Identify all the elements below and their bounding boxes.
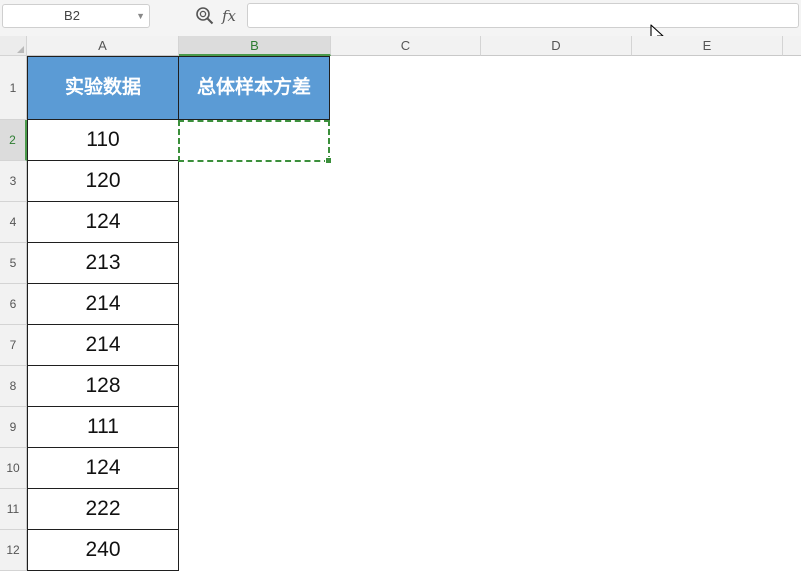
column-header-a[interactable]: A [27,36,179,56]
column-header-e[interactable]: E [632,36,783,56]
cell-a5[interactable]: 213 [27,243,179,284]
cell-a11[interactable]: 222 [27,489,179,530]
column-header-f[interactable] [783,36,801,56]
column-header-b[interactable]: B [179,36,331,56]
row-header-7[interactable]: 7 [0,325,27,366]
row-header-3[interactable]: 3 [0,161,27,202]
formula-input[interactable] [247,3,799,28]
cell-b1[interactable]: 总体样本方差 [178,56,330,120]
formula-bar: B2 ▼ fx [0,0,801,37]
row-header-2[interactable]: 2 [0,120,27,161]
active-cell-b2[interactable] [178,120,332,164]
cell-a12[interactable]: 240 [27,530,179,571]
name-box-value: B2 [64,8,80,23]
fill-handle[interactable] [325,157,332,164]
row-header-6[interactable]: 6 [0,284,27,325]
cell-a7[interactable]: 214 [27,325,179,366]
column-header-d[interactable]: D [481,36,632,56]
column-header-c[interactable]: C [331,36,481,56]
row-header-11[interactable]: 11 [0,489,27,530]
row-header-1[interactable]: 1 [0,56,27,120]
row-header-9[interactable]: 9 [0,407,27,448]
fx-icon[interactable]: fx [222,5,236,27]
cell-a9[interactable]: 111 [27,407,179,448]
name-box[interactable]: B2 ▼ [2,4,150,28]
cell-a2[interactable]: 110 [27,120,179,161]
cell-a8[interactable]: 128 [27,366,179,407]
select-all-corner[interactable] [0,36,27,56]
row-header-12[interactable]: 12 [0,530,27,571]
zoom-icon[interactable] [194,5,216,27]
cell-a1[interactable]: 实验数据 [27,56,179,120]
row-header-4[interactable]: 4 [0,202,27,243]
chevron-down-icon[interactable]: ▼ [136,5,145,27]
select-all-icon [17,46,24,53]
row-header-10[interactable]: 10 [0,448,27,489]
row-header-8[interactable]: 8 [0,366,27,407]
cell-a3[interactable]: 120 [27,161,179,202]
spreadsheet-grid[interactable]: A B C D E 1 2 3 4 5 6 7 8 9 10 11 12 110 120 124 213 21… [0,36,801,571]
row-header-5[interactable]: 5 [0,243,27,284]
cell-a10[interactable]: 124 [27,448,179,489]
cell-a6[interactable]: 214 [27,284,179,325]
cell-a4[interactable]: 124 [27,202,179,243]
